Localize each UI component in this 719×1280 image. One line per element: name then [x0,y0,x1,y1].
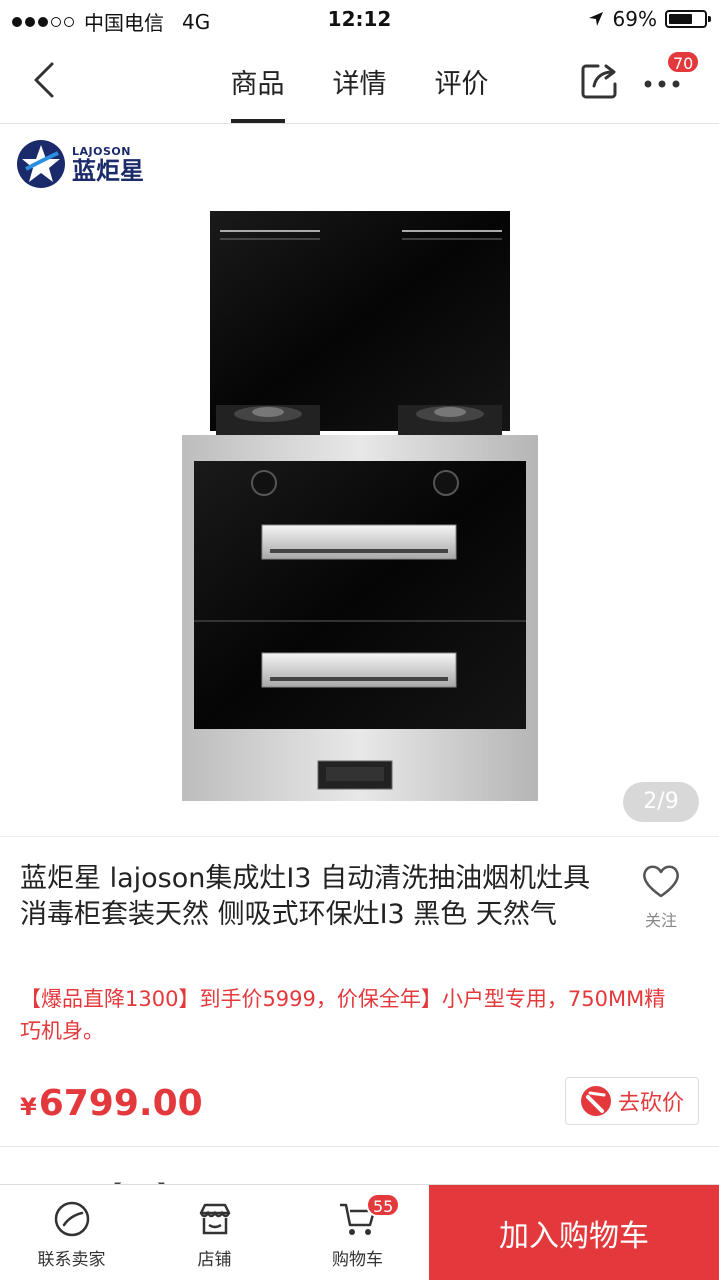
price-currency: ¥ [20,1093,37,1121]
customer-service-icon [54,1201,89,1237]
price-value: 6799.00 [38,1083,203,1124]
follow-button[interactable]: 关注 [639,863,683,931]
top-nav: 商品 详情 评价 70 [0,40,719,124]
left-burner [216,405,320,435]
cart-badge: 55 [366,1193,401,1217]
contact-seller-label: 联系卖家 [37,1250,106,1270]
product-title: 蓝炬星 lajoson集成灶I3 自动清洗抽油烟机灶具消毒柜套装天然 侧吸式环保… [20,863,591,930]
share-button[interactable] [578,58,622,102]
status-bar: 中国电信 4G 12:12 69% [0,0,719,40]
page-indicator: 2/9 [623,782,699,822]
follow-label: 关注 [644,911,677,930]
heart-icon [643,865,679,898]
battery-icon [665,10,711,28]
battery-percent: 69% [612,7,657,31]
brand-name-en: LAJOSON [72,144,131,158]
share-icon [581,64,617,99]
brand-logo: LAJOSON 蓝炬星 [16,139,144,189]
product-info: 蓝炬星 lajoson集成灶I3 自动清洗抽油烟机灶具消毒柜套装天然 侧吸式环保… [0,837,719,1147]
shop-icon [199,1203,230,1235]
tab-details[interactable]: 详情 [333,62,387,123]
brand-name-cn: 蓝炬星 [72,156,144,185]
location-arrow-icon [588,12,603,26]
cart-button[interactable]: 55 购物车 [286,1185,429,1280]
promo-text: 【爆品直降1300】到手价5999，价保全年】小户型专用，750MM精巧机身。 [20,987,666,1043]
section-divider [0,1146,719,1147]
tab-reviews[interactable]: 评价 [435,62,489,123]
contact-seller-button[interactable]: 联系卖家 [0,1185,143,1280]
more-button[interactable]: 70 [640,50,701,102]
right-burner [398,405,502,435]
product-gallery[interactable]: LAJOSON 蓝炬星 2/9 [0,125,719,837]
bargain-label: 去砍价 [617,1091,684,1116]
bottom-action-bar: 联系卖家 店铺 55 购物车 加入购物车 [0,1184,719,1280]
shop-label: 店铺 [197,1250,232,1270]
cart-label: 购物车 [332,1250,383,1270]
more-badge: 70 [666,50,701,74]
brand-star-icon [17,140,65,188]
bargain-button[interactable]: 去砍价 [565,1077,699,1125]
product-image [182,211,538,801]
tab-product[interactable]: 商品 [230,62,285,123]
bargain-icon [580,1086,611,1116]
price: ¥6799.00 [20,1083,203,1124]
shop-button[interactable]: 店铺 [143,1185,286,1280]
add-to-cart-button[interactable]: 加入购物车 [429,1185,719,1280]
